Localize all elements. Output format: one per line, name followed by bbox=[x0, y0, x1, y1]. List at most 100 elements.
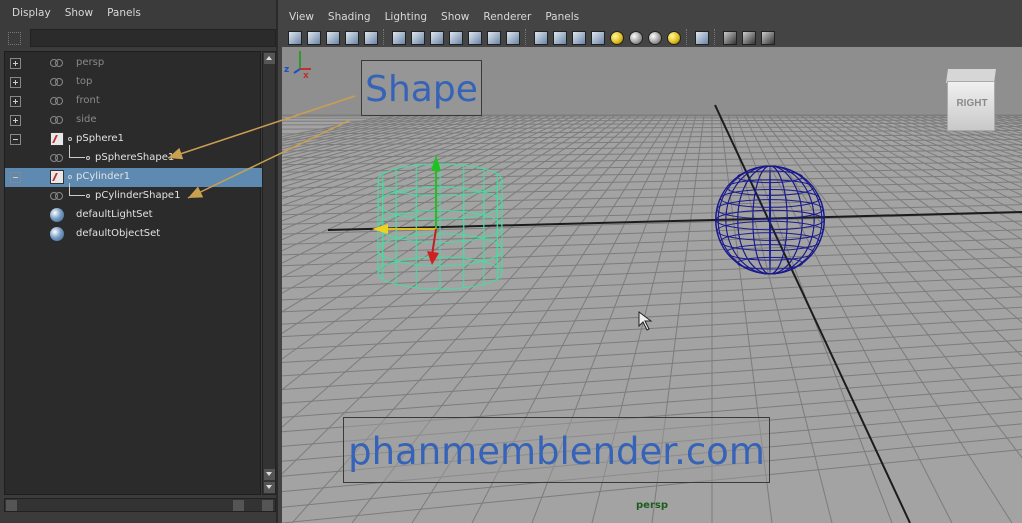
camera-icon bbox=[50, 95, 66, 107]
high-quality-lighting-icon[interactable] bbox=[665, 29, 681, 45]
toolbar-separator bbox=[686, 29, 688, 45]
scroll-right-button[interactable] bbox=[233, 500, 244, 511]
2d-pan-zoom-icon[interactable] bbox=[362, 29, 378, 45]
hierarchy-node-icon bbox=[86, 156, 90, 160]
scroll-left-button[interactable] bbox=[6, 500, 17, 511]
outliner-item-label: pCylinderShape1 bbox=[95, 190, 181, 201]
safe-title-icon[interactable] bbox=[504, 29, 520, 45]
viewport-toolbar bbox=[282, 27, 1022, 47]
isolate-select-icon[interactable] bbox=[693, 29, 709, 45]
image-plane-icon[interactable] bbox=[343, 29, 359, 45]
safe-action-icon[interactable] bbox=[485, 29, 501, 45]
watermark-text: phanmemblender.com bbox=[348, 430, 765, 473]
xray-icon[interactable] bbox=[721, 29, 737, 45]
outliner-item-label: pSphereShape1 bbox=[95, 152, 175, 163]
hierarchy-node-icon bbox=[68, 137, 72, 141]
outliner-item-side[interactable]: side bbox=[5, 111, 262, 130]
menu-panels[interactable]: Panels bbox=[545, 11, 579, 23]
collapse-icon[interactable] bbox=[10, 134, 21, 145]
axis-x-label: x bbox=[303, 71, 309, 79]
camera-icon bbox=[50, 76, 66, 88]
menu-renderer[interactable]: Renderer bbox=[483, 11, 531, 23]
collapse-icon[interactable] bbox=[10, 172, 21, 183]
scroll-up-button[interactable] bbox=[264, 53, 275, 64]
outliner-list[interactable]: persp top front side pSphere1 pSphereShape1 pC… bbox=[4, 51, 262, 495]
camera-name-label: persp bbox=[636, 500, 668, 511]
textured-icon[interactable] bbox=[589, 29, 605, 45]
camera-attributes-icon[interactable] bbox=[305, 29, 321, 45]
scroll-end-button[interactable] bbox=[264, 482, 275, 493]
cylinder-wireframe[interactable] bbox=[377, 163, 503, 290]
expand-icon[interactable] bbox=[10, 58, 21, 69]
expand-icon[interactable] bbox=[10, 115, 21, 126]
outliner-item-defaultObjectSet[interactable]: defaultObjectSet bbox=[5, 225, 262, 244]
xray-joints-icon[interactable] bbox=[740, 29, 756, 45]
wireframe-on-shaded-icon[interactable] bbox=[570, 29, 586, 45]
scroll-down-button[interactable] bbox=[264, 469, 275, 480]
hierarchy-line bbox=[69, 183, 85, 196]
menu-shading[interactable]: Shading bbox=[328, 11, 371, 23]
outliner-item-label: defaultLightSet bbox=[76, 209, 153, 220]
wireframe-icon[interactable] bbox=[532, 29, 548, 45]
hierarchy-node-icon bbox=[68, 175, 72, 179]
outliner-item-top[interactable]: top bbox=[5, 73, 262, 92]
smooth-shade-icon[interactable] bbox=[551, 29, 567, 45]
menu-lighting[interactable]: Lighting bbox=[385, 11, 427, 23]
outliner-item-label: front bbox=[76, 95, 100, 106]
grid-icon[interactable] bbox=[390, 29, 406, 45]
select-camera-icon[interactable] bbox=[286, 29, 302, 45]
outliner-item-label: defaultObjectSet bbox=[76, 228, 161, 239]
outliner-panel: Display Show Panels persp top front side pSp… bbox=[0, 0, 278, 523]
shape-node-icon bbox=[50, 190, 66, 202]
outliner-item-pSphereShape1[interactable]: pSphereShape1 bbox=[5, 145, 262, 168]
toolbar-separator bbox=[714, 29, 716, 45]
viewcube[interactable]: RIGHT bbox=[946, 69, 996, 131]
use-all-lights-icon[interactable] bbox=[608, 29, 624, 45]
outliner-item-pSphere1[interactable]: pSphere1 bbox=[5, 130, 262, 149]
outliner-item-defaultLightSet[interactable]: defaultLightSet bbox=[5, 206, 262, 225]
outliner-item-label: pSphere1 bbox=[76, 133, 124, 144]
menu-view[interactable]: View bbox=[289, 11, 314, 23]
viewcube-label: RIGHT bbox=[956, 98, 988, 109]
object-set-icon bbox=[50, 208, 64, 222]
outliner-item-label: persp bbox=[76, 57, 105, 68]
outliner-menubar: Display Show Panels bbox=[0, 0, 278, 26]
shape-annotation-box: Shape bbox=[361, 60, 482, 116]
outliner-vertical-scrollbar[interactable] bbox=[262, 51, 276, 495]
shadows-icon[interactable] bbox=[627, 29, 643, 45]
expand-icon[interactable] bbox=[10, 77, 21, 88]
transform-icon bbox=[50, 170, 64, 184]
outliner-filter bbox=[4, 29, 276, 48]
field-chart-icon[interactable] bbox=[466, 29, 482, 45]
outliner-item-pCylinder1[interactable]: pCylinder1 bbox=[5, 168, 262, 187]
menu-display[interactable]: Display bbox=[12, 7, 51, 19]
transform-icon bbox=[50, 132, 64, 146]
scroll-right-end-button[interactable] bbox=[262, 500, 273, 511]
hierarchy-line bbox=[69, 145, 85, 158]
menu-panels[interactable]: Panels bbox=[107, 7, 141, 19]
film-gate-icon[interactable] bbox=[409, 29, 425, 45]
screen-space-ao-icon[interactable] bbox=[646, 29, 662, 45]
outliner-search-input[interactable] bbox=[30, 29, 276, 47]
select-filter-icon[interactable] bbox=[8, 32, 21, 45]
outliner-item-label: pCylinder1 bbox=[76, 171, 131, 182]
camera-icon bbox=[50, 114, 66, 126]
toolbar-separator bbox=[525, 29, 527, 45]
xray-components-icon[interactable] bbox=[759, 29, 775, 45]
toolbar-separator bbox=[383, 29, 385, 45]
menu-show[interactable]: Show bbox=[441, 11, 469, 23]
viewcube-right-face[interactable]: RIGHT bbox=[947, 81, 995, 131]
axis-indicator: z x bbox=[284, 51, 311, 79]
expand-icon[interactable] bbox=[10, 96, 21, 107]
outliner-item-front[interactable]: front bbox=[5, 92, 262, 111]
shape-annotation-label: Shape bbox=[365, 69, 478, 110]
resolution-gate-icon[interactable] bbox=[428, 29, 444, 45]
gate-mask-icon[interactable] bbox=[447, 29, 463, 45]
hierarchy-node-icon bbox=[86, 194, 90, 198]
outliner-horizontal-scrollbar[interactable] bbox=[4, 498, 276, 512]
outliner-item-persp[interactable]: persp bbox=[5, 54, 262, 73]
bookmark-icon[interactable] bbox=[324, 29, 340, 45]
outliner-item-pCylinderShape1[interactable]: pCylinderShape1 bbox=[5, 183, 262, 206]
outliner-item-label: top bbox=[76, 76, 93, 87]
menu-show[interactable]: Show bbox=[65, 7, 93, 19]
